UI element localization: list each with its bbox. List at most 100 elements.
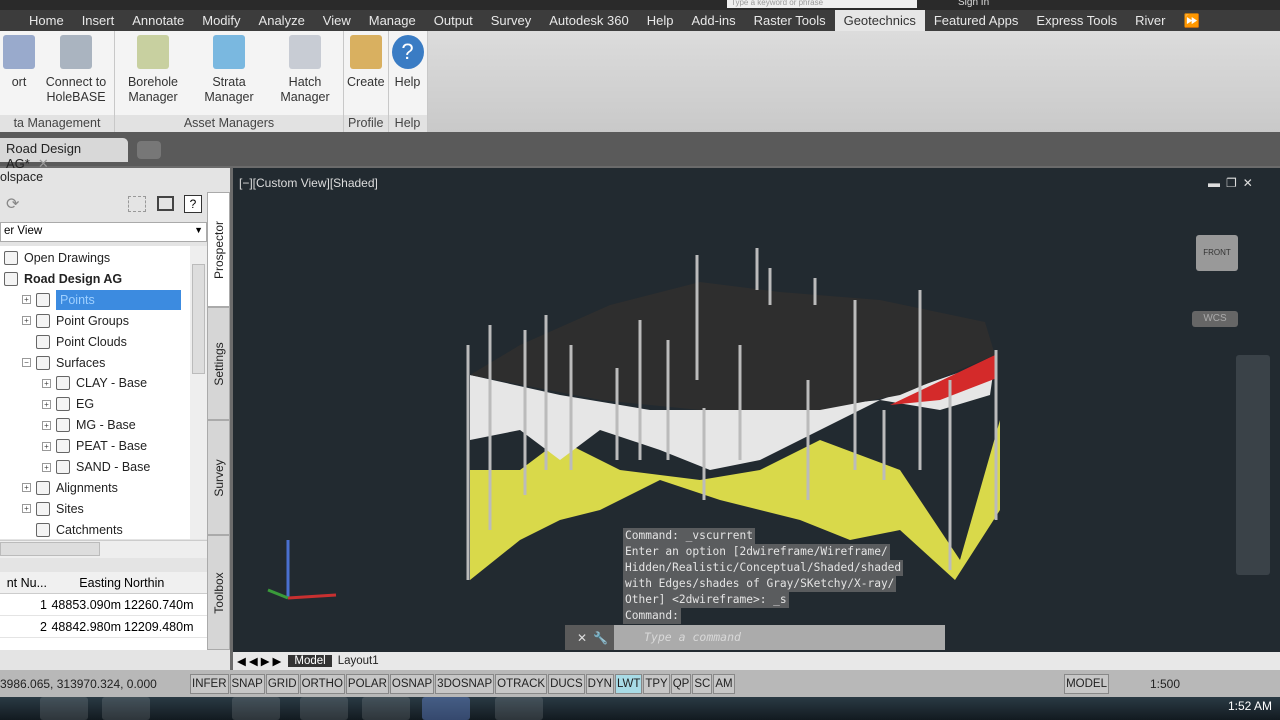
taskbar-app-explorer[interactable] (232, 697, 280, 720)
ribbon-tab-analyze[interactable]: Analyze (250, 10, 314, 31)
side-tab-survey[interactable]: Survey (207, 420, 230, 535)
ribbon-tab-survey[interactable]: Survey (482, 10, 540, 31)
viewport-controls-label[interactable]: [−][Custom View][Shaded] (239, 176, 378, 190)
help-icon[interactable]: ? (184, 195, 202, 213)
layout-icon[interactable] (128, 196, 146, 212)
taskbar-app-autocad[interactable] (422, 697, 470, 720)
strata-button[interactable]: Strata Manager (191, 35, 267, 115)
ribbon-tab-home[interactable]: Home (20, 10, 73, 31)
profile-create-button[interactable]: Create (344, 35, 388, 115)
tree-item-mg-base[interactable]: + MG - Base (42, 415, 136, 435)
ribbon-tab-autodesk-360[interactable]: Autodesk 360 (540, 10, 638, 31)
document-tab[interactable]: Road Design AG* ✕ (0, 138, 128, 171)
table-row[interactable]: 1 48853.090m 12260.740m (0, 594, 207, 616)
expand-icon[interactable]: + (42, 441, 51, 451)
view-select[interactable]: er View ▼ (0, 222, 207, 242)
tree-item-points[interactable]: + Points (22, 289, 181, 310)
overflow-icon[interactable]: ⏩ (1174, 10, 1208, 31)
table-row[interactable]: 2 48842.980m 12209.480m (0, 616, 207, 638)
taskbar-app-ie[interactable] (300, 697, 348, 720)
ribbon-tab-view[interactable]: View (314, 10, 360, 31)
panel-icon[interactable] (157, 196, 174, 211)
toggle-am[interactable]: AM (713, 673, 735, 694)
ribbon-tab-manage[interactable]: Manage (360, 10, 425, 31)
ribbon-tab-add-ins[interactable]: Add-ins (683, 10, 745, 31)
ribbon-tab-modify[interactable]: Modify (193, 10, 249, 31)
tree-item-surfaces[interactable]: − Surfaces (22, 353, 105, 373)
taskbar-app-outlook[interactable] (40, 697, 88, 720)
expand-icon[interactable]: + (42, 399, 51, 409)
toggle-dyn[interactable]: DYN (585, 673, 614, 694)
column-header[interactable]: Easting (50, 572, 124, 593)
collapse-icon[interactable]: − (22, 358, 31, 367)
tree-item-clay-base[interactable]: + CLAY - Base (42, 373, 147, 393)
ribbon-tab-express-tools[interactable]: Express Tools (1027, 10, 1126, 31)
viewcube[interactable]: FRONT (1196, 235, 1238, 271)
column-header[interactable]: Northin (124, 572, 194, 593)
ribbon-tab-river[interactable]: River (1126, 10, 1174, 31)
database-connect-button[interactable]: Connect to HoleBASE (38, 35, 114, 115)
side-tab-prospector[interactable]: Prospector (207, 192, 230, 307)
toggle-sc[interactable]: SC (692, 673, 713, 694)
borehole-button[interactable]: Borehole Manager (115, 35, 191, 115)
viewport-window-controls[interactable]: ▬❐✕ (1208, 176, 1259, 190)
new-tab-button[interactable] (137, 141, 161, 159)
ribbon-tab-raster-tools[interactable]: Raster Tools (745, 10, 835, 31)
expand-icon[interactable]: + (42, 378, 51, 388)
toggle-ducs[interactable]: DUCS (548, 673, 585, 694)
toggle-osnap[interactable]: OSNAP (389, 673, 435, 694)
toggle-snap[interactable]: SNAP (229, 673, 265, 694)
ribbon-tab-output[interactable]: Output (425, 10, 482, 31)
taskbar-app-lync[interactable] (362, 697, 410, 720)
toggle-tpy[interactable]: TPY (643, 673, 670, 694)
sign-in-button[interactable]: Sign In (958, 0, 989, 8)
toggle-otrack[interactable]: OTRACK (495, 673, 548, 694)
ribbon-tab-annotate[interactable]: Annotate (123, 10, 193, 31)
annotation-scale[interactable]: 1:500 (1150, 677, 1180, 691)
model-space-button[interactable]: MODEL (1064, 673, 1109, 694)
tree-item-alignments[interactable]: + Alignments (22, 478, 118, 498)
ribbon-tab-geotechnics[interactable]: Geotechnics (834, 10, 925, 31)
import-button[interactable]: ort (0, 35, 38, 115)
layout-tab-layout1[interactable]: Layout1 (332, 655, 385, 667)
tree-item-catchments[interactable]: Catchments (22, 520, 123, 539)
tree-item-sand-base[interactable]: + SAND - Base (42, 457, 150, 477)
expand-icon[interactable]: + (42, 420, 51, 430)
toggle-qp[interactable]: QP (670, 673, 692, 694)
tree-scrollbar[interactable] (190, 246, 207, 539)
hatch-button[interactable]: Hatch Manager (267, 35, 343, 115)
close-icon[interactable]: ✕ (1243, 176, 1259, 190)
tree-item-peat-base[interactable]: + PEAT - Base (42, 436, 147, 456)
tree-item-road-design-ag[interactable]: Road Design AG (4, 269, 122, 289)
toggle-polar[interactable]: POLAR (345, 673, 389, 694)
toggle-ortho[interactable]: ORTHO (299, 673, 345, 694)
ribbon-tab-insert[interactable]: Insert (73, 10, 124, 31)
wrench-icon[interactable]: 🔧 (593, 631, 614, 645)
tree-item-eg[interactable]: + EG (42, 394, 94, 414)
minimize-icon[interactable]: ▬ (1208, 176, 1226, 190)
layout-nav-arrows[interactable]: ◀◀▶▶ (233, 654, 288, 668)
ribbon-tab-help[interactable]: Help (638, 10, 683, 31)
help-button[interactable]: ? Help (389, 35, 427, 115)
toggle-lwt[interactable]: LWT (614, 673, 643, 694)
expand-icon[interactable]: + (22, 483, 31, 493)
tree-item-point-clouds[interactable]: Point Clouds (22, 332, 127, 352)
tree-item-point-groups[interactable]: + Point Groups (22, 311, 129, 331)
wcs-menu[interactable]: WCS (1192, 311, 1238, 327)
expand-icon[interactable]: + (22, 504, 31, 514)
tree-item-open-drawings[interactable]: Open Drawings (4, 248, 110, 268)
refresh-icon[interactable]: ⟳ (6, 194, 19, 214)
expand-icon[interactable]: + (42, 462, 51, 472)
layout-tab-model[interactable]: Model (288, 655, 332, 667)
tree-item-sites[interactable]: + Sites (22, 499, 84, 519)
taskbar-app-tool[interactable] (495, 697, 543, 720)
maximize-icon[interactable]: ❐ (1226, 176, 1243, 190)
column-header[interactable]: nt Nu... (0, 572, 50, 593)
navigation-bar[interactable] (1236, 355, 1270, 575)
toggle-infer[interactable]: INFER (190, 673, 229, 694)
toggle-grid[interactable]: GRID (265, 673, 299, 694)
toggle-3dosnap[interactable]: 3DOSNAP (435, 673, 495, 694)
expand-icon[interactable]: + (22, 316, 31, 326)
command-input[interactable]: Type a command (614, 625, 945, 650)
ribbon-tab-featured-apps[interactable]: Featured Apps (925, 10, 1028, 31)
